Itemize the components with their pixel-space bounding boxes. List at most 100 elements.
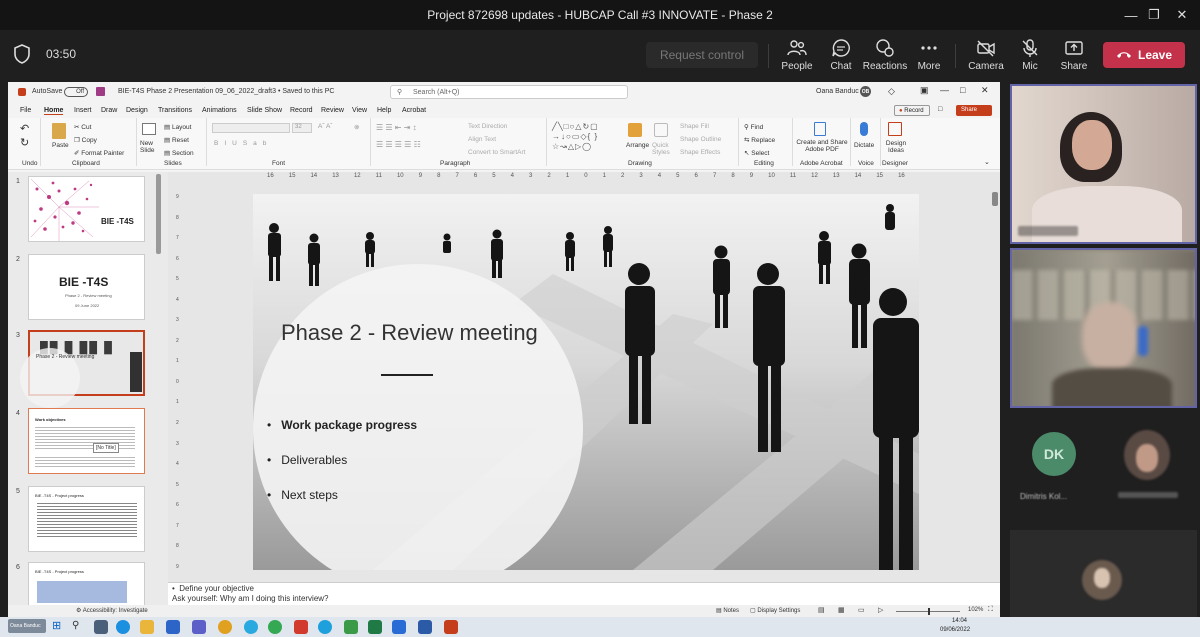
ribbon-display-icon[interactable]: ▣	[920, 85, 929, 96]
align-icons[interactable]: ☰ ☰ ☰ ☰ ☷	[376, 140, 421, 149]
tab-transitions[interactable]: Transitions	[158, 107, 192, 114]
notes-button[interactable]: ▤ Notes	[716, 607, 739, 614]
excel-icon[interactable]	[368, 620, 382, 634]
arrange-icon[interactable]	[628, 123, 642, 137]
collapse-ribbon-icon[interactable]: ⌄	[984, 158, 990, 166]
paste-icon[interactable]	[52, 123, 66, 139]
ppt-close-icon[interactable]: ✕	[981, 85, 989, 96]
redo-icon[interactable]: ↻	[20, 136, 29, 149]
taskbar-search-icon[interactable]: ⚲	[72, 620, 79, 631]
normal-view-icon[interactable]: ▤	[818, 606, 825, 614]
maps-icon[interactable]	[344, 620, 358, 634]
new-slide-icon[interactable]	[142, 123, 156, 135]
outlook-icon[interactable]	[166, 620, 180, 634]
text-direction-button[interactable]: Text Direction	[468, 123, 507, 130]
task-view-icon[interactable]	[94, 620, 108, 634]
tab-home[interactable]: Home	[44, 107, 64, 115]
leave-button[interactable]: Leave	[1103, 42, 1185, 68]
design-ideas-icon[interactable]	[888, 122, 902, 136]
autosave-toggle[interactable]: Off	[64, 87, 88, 97]
slide-bullet-3[interactable]: • Next steps	[267, 488, 338, 502]
slide-title[interactable]: Phase 2 - Review meeting	[281, 320, 538, 346]
comments-icon[interactable]: □	[938, 106, 942, 113]
current-slide[interactable]: Phase 2 - Review meeting • Work package …	[253, 194, 919, 570]
chrome-canary-icon[interactable]	[218, 620, 232, 634]
shape-effects-button[interactable]: Shape Effects	[680, 149, 720, 156]
tab-review[interactable]: Review	[321, 107, 344, 114]
ppt-maximize-icon[interactable]: □	[960, 85, 965, 95]
tab-view[interactable]: View	[352, 107, 367, 114]
select-button[interactable]: ↖ Select	[744, 149, 769, 157]
edge-icon[interactable]	[116, 620, 130, 634]
ppt-share-button[interactable]: Share	[956, 105, 992, 116]
slide-thumbnail-2[interactable]: BIE -T4S Phase 2 - Review meeting 09 Jun…	[28, 254, 145, 320]
slide-thumbnail-4[interactable]: Work objectives [No Title]	[28, 408, 145, 474]
participant-avatar-photo[interactable]	[1124, 430, 1170, 480]
participant-avatar-dk[interactable]: DK	[1032, 432, 1076, 476]
word-icon[interactable]	[418, 620, 432, 634]
zoom-slider-thumb[interactable]	[928, 608, 930, 615]
clear-format-icon[interactable]: ⊗	[354, 123, 359, 131]
mail-icon[interactable]	[392, 620, 406, 634]
record-button[interactable]: ● Record	[894, 105, 930, 116]
slide-bullet-1[interactable]: • Work package progress	[267, 418, 417, 432]
close-icon[interactable]: ✕	[1159, 0, 1200, 30]
thumbnails-scrollbar[interactable]	[156, 174, 161, 254]
undo-icon[interactable]: ↶	[20, 122, 29, 135]
more-button[interactable]: More	[903, 35, 955, 77]
align-text-button[interactable]: Align Text	[468, 136, 496, 143]
fit-to-window-icon[interactable]: ⛶	[988, 606, 993, 614]
slide-thumbnail-5[interactable]: BIE -T4S - Project progress	[28, 486, 145, 552]
tab-file[interactable]: File	[20, 107, 31, 114]
save-icon[interactable]	[96, 87, 105, 96]
convert-smartart-button[interactable]: Convert to SmartArt	[468, 149, 525, 156]
reading-view-icon[interactable]: ▭	[858, 606, 865, 614]
tab-acrobat[interactable]: Acrobat	[402, 107, 426, 114]
shapes-gallery[interactable]: ╱╲□○△↻▢ →↓○▭◇{ } ☆↝△▷◯	[552, 122, 622, 154]
format-painter-button[interactable]: ✐ Format Painter	[74, 149, 124, 157]
chrome-icon[interactable]	[268, 620, 282, 634]
font-style-buttons[interactable]: BIUSab	[214, 140, 272, 147]
search-box[interactable]: ⚲ Search (Alt+Q)	[390, 85, 628, 99]
participant-video-2[interactable]	[1010, 248, 1197, 408]
slide-thumbnail-1[interactable]: BIE -T4S	[28, 176, 145, 242]
slide-bullet-2[interactable]: • Deliverables	[267, 453, 347, 467]
shape-outline-button[interactable]: Shape Outline	[680, 136, 721, 143]
font-size-input[interactable]: 32	[292, 123, 312, 133]
copy-button[interactable]: ❐ Copy	[74, 136, 97, 144]
tab-insert[interactable]: Insert	[74, 107, 92, 114]
quick-styles-icon[interactable]	[654, 123, 668, 137]
teams-icon[interactable]	[192, 620, 206, 634]
coauthor-icon[interactable]: ◇	[888, 86, 895, 97]
font-name-input[interactable]	[212, 123, 290, 133]
user-avatar[interactable]: OB	[860, 86, 871, 97]
acrobat-icon[interactable]	[294, 620, 308, 634]
list-icons[interactable]: ☰ ☰ ⇤ ⇥ ↕	[376, 123, 417, 132]
file-explorer-icon[interactable]	[140, 620, 154, 634]
accessibility-status[interactable]: ⚙ Accessibility: Investigate	[76, 607, 148, 614]
find-button[interactable]: ⚲ Find	[744, 123, 763, 131]
tab-help[interactable]: Help	[377, 107, 391, 114]
share-button[interactable]: Share	[1048, 35, 1100, 77]
display-settings-button[interactable]: ▢ Display Settings	[750, 607, 800, 614]
cut-button[interactable]: ✂ Cut	[74, 123, 91, 131]
tab-record[interactable]: Record	[290, 107, 313, 114]
zoom-level[interactable]: 102%	[968, 607, 983, 613]
participant-video-1[interactable]	[1010, 84, 1197, 244]
request-control-button[interactable]: Request control	[646, 42, 758, 68]
layout-button[interactable]: ▤ Layout	[164, 123, 191, 131]
self-avatar[interactable]	[1082, 560, 1122, 600]
slide-thumbnail-3[interactable]: ██ █ ██ █ Phase 2 - Review meeting	[20, 330, 145, 408]
skype-icon[interactable]	[318, 620, 332, 634]
tab-animations[interactable]: Animations	[202, 107, 237, 114]
font-grow-icon[interactable]: Aˆ Aˇ	[318, 123, 332, 130]
speaker-notes[interactable]: • Define your objective Ask yourself: Wh…	[168, 582, 1000, 605]
reset-button[interactable]: ▤ Reset	[164, 136, 189, 144]
ppt-minimize-icon[interactable]: —	[940, 85, 949, 95]
canvas-scrollbar[interactable]	[992, 192, 998, 206]
edge-dev-icon[interactable]	[244, 620, 258, 634]
slideshow-icon[interactable]: ▷	[878, 606, 883, 614]
tab-draw[interactable]: Draw	[101, 107, 117, 114]
shape-fill-button[interactable]: Shape Fill	[680, 123, 709, 130]
powerpoint-icon[interactable]	[444, 620, 458, 634]
